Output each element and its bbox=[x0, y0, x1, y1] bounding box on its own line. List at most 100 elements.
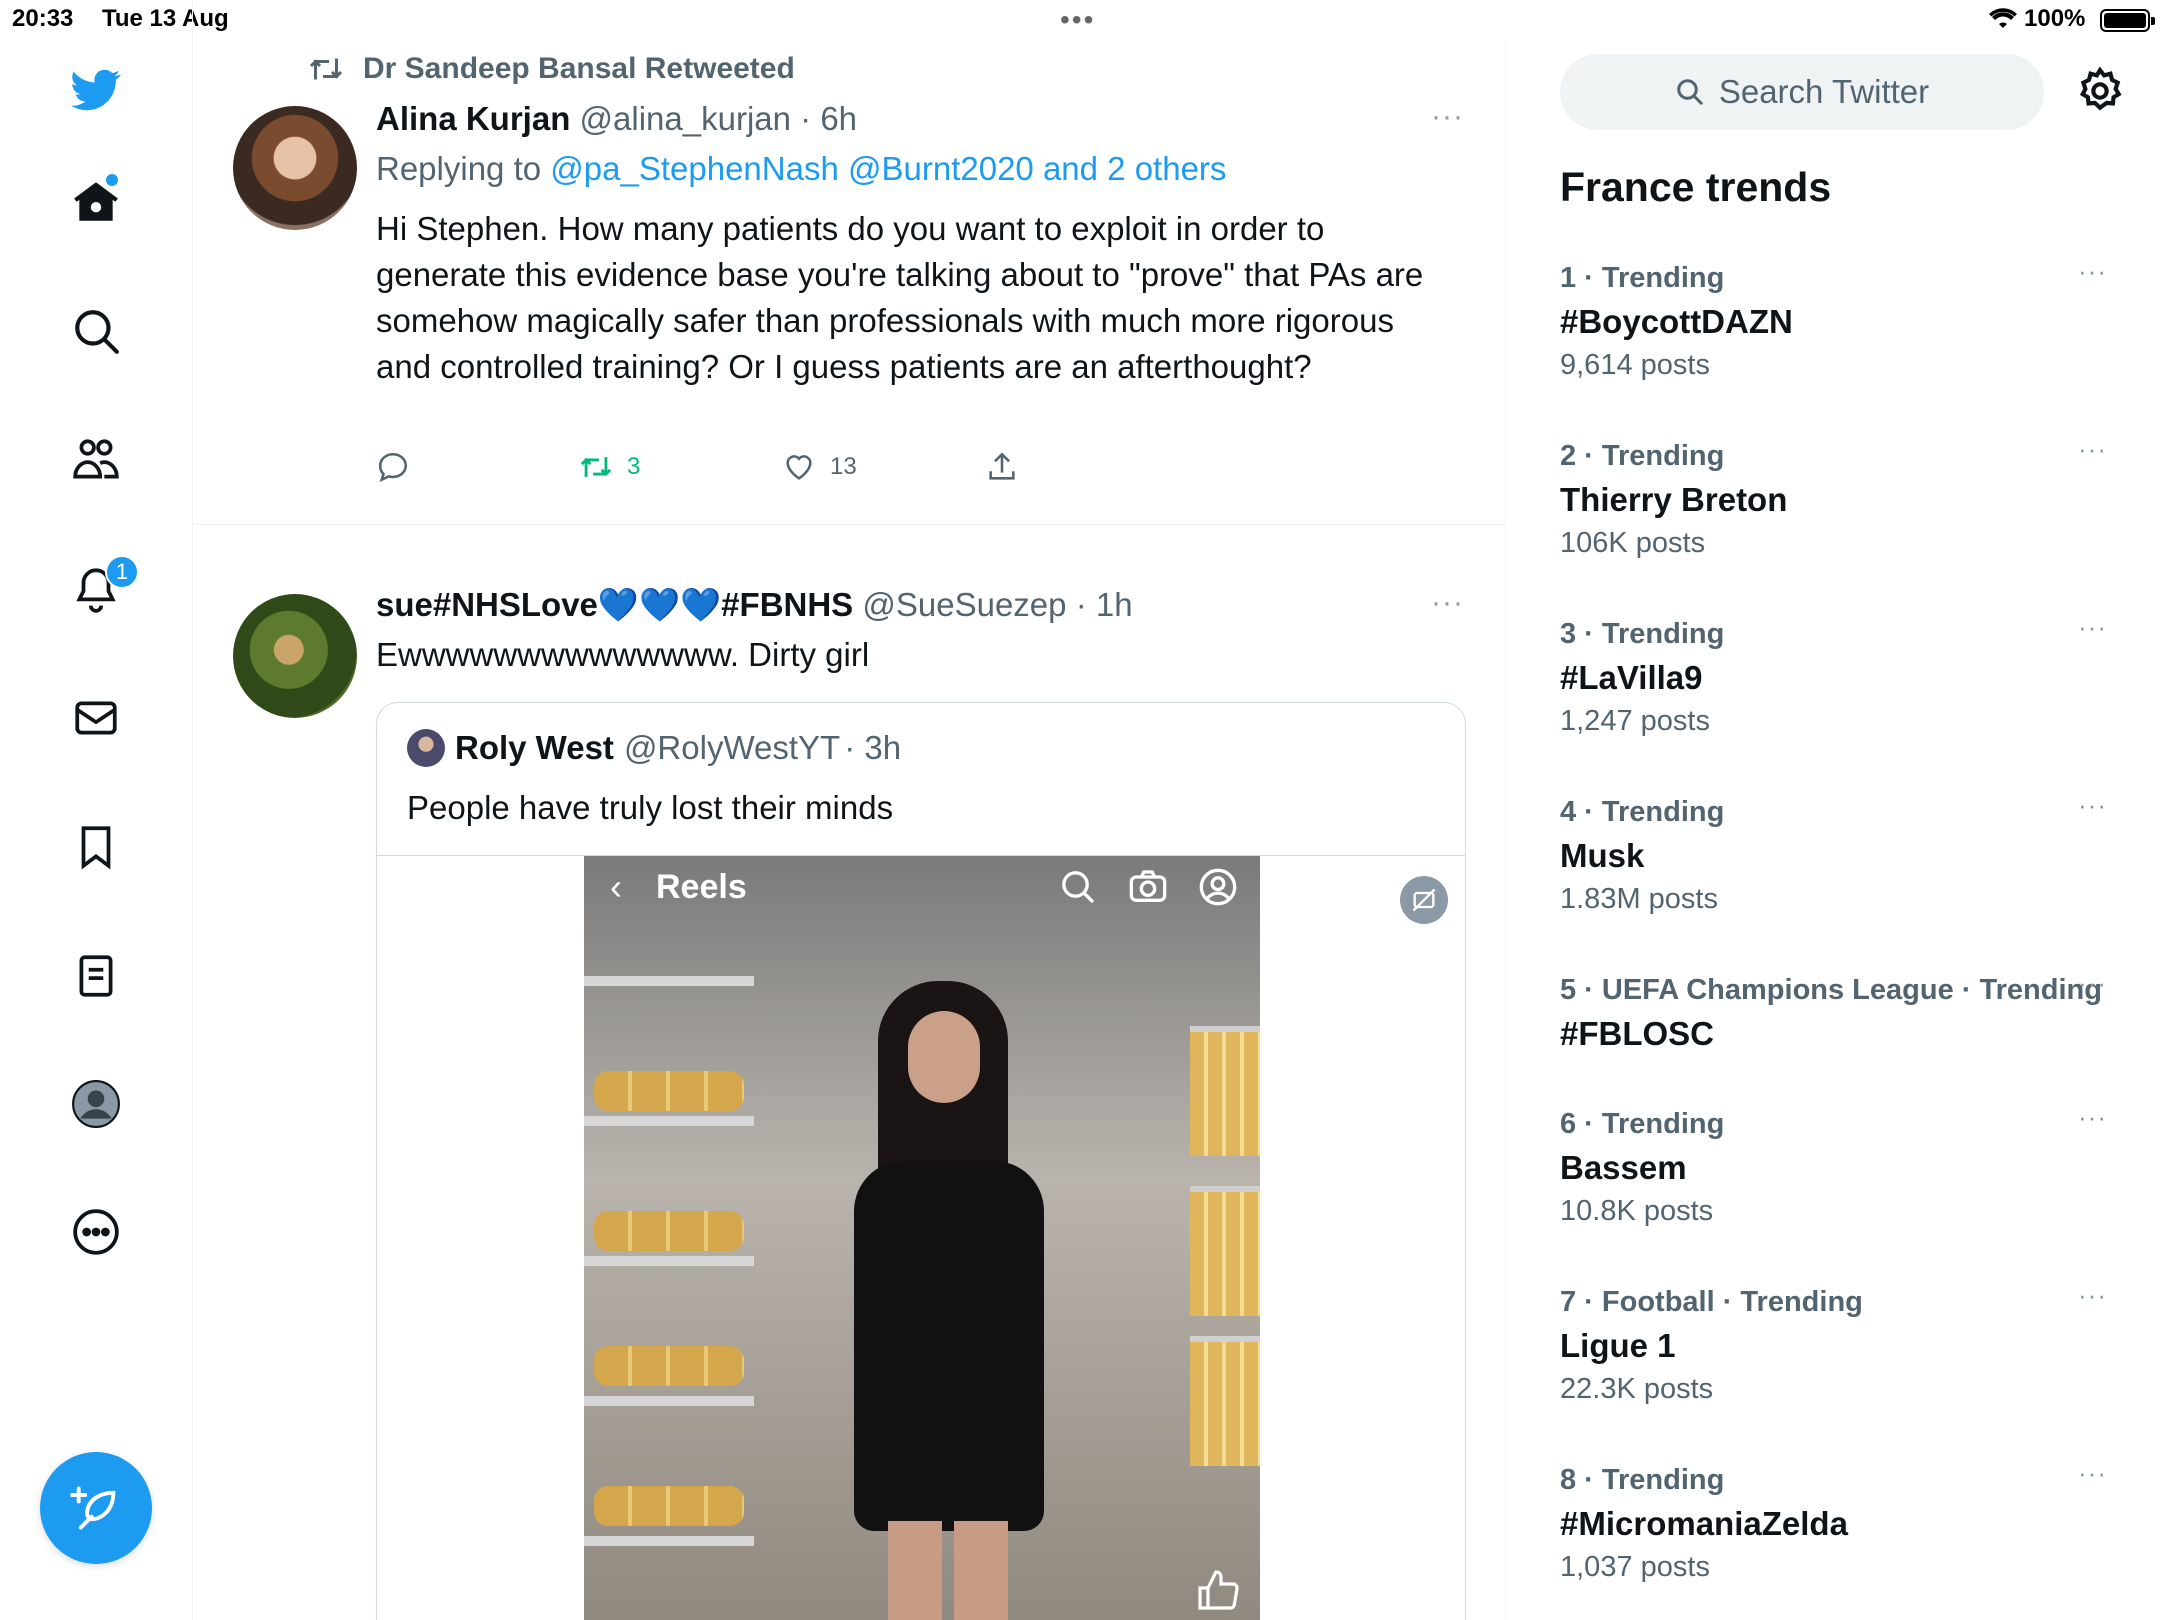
home-icon[interactable] bbox=[60, 166, 132, 238]
trend-topic: Bassem bbox=[1560, 1149, 1687, 1186]
communities-icon[interactable] bbox=[60, 424, 132, 496]
lists-icon[interactable] bbox=[60, 940, 132, 1012]
trend-meta: 2 · Trending bbox=[1560, 440, 1725, 472]
retweeted-by-line: Dr Sandeep Bansal Retweeted bbox=[309, 52, 795, 86]
share-icon bbox=[989, 452, 1015, 480]
trend-meta: 7 · Football · Trending bbox=[1560, 1286, 1863, 1318]
right-sidebar: Search Twitter France trends 1 · Trendin… bbox=[1507, 40, 2160, 1620]
retweet-button[interactable]: 3 bbox=[579, 450, 782, 484]
trends-title: France trends bbox=[1560, 164, 1832, 210]
trend-item[interactable]: 1 · Trending #BoycottDAZN 9,614 posts ··… bbox=[1560, 256, 2120, 382]
trend-item[interactable]: 7 · Football · Trending Ligue 1 22.3K po… bbox=[1560, 1280, 2120, 1406]
compose-tweet-button[interactable] bbox=[40, 1452, 152, 1564]
quoted-author-name: Roly West bbox=[455, 729, 614, 766]
reply-icon bbox=[378, 452, 408, 483]
trend-count: 22.3K posts bbox=[1560, 1373, 1714, 1405]
trend-count: 10.8K posts bbox=[1560, 1195, 1714, 1227]
trend-item[interactable]: 6 · Trending Bassem 10.8K posts ··· bbox=[1560, 1102, 2120, 1228]
embedded-video[interactable]: ‹ Reels 526 bbox=[584, 856, 1260, 1620]
search-icon bbox=[1062, 871, 1095, 904]
replying-to-users[interactable]: @pa_StephenNash @Burnt2020 and 2 others bbox=[550, 150, 1226, 187]
tweet-header: sue#NHSLove💙💙💙#FBNHS @SueSuezep · 1h bbox=[376, 586, 1133, 625]
author-handle[interactable]: @SueSuezep bbox=[862, 586, 1066, 623]
trend-item[interactable]: 5 · UEFA Champions League · Trending #FB… bbox=[1560, 968, 2120, 1053]
reels-label: Reels bbox=[656, 867, 747, 906]
author-name[interactable]: sue#NHSLove💙💙💙#FBNHS bbox=[376, 586, 853, 623]
retweeted-by-label[interactable]: Dr Sandeep Bansal Retweeted bbox=[363, 52, 795, 86]
trend-more-button[interactable]: ··· bbox=[2078, 1280, 2107, 1311]
video-subject bbox=[832, 981, 1062, 1620]
back-chevron-icon: ‹ bbox=[610, 866, 622, 907]
messages-icon[interactable] bbox=[60, 682, 132, 754]
bookmarks-icon[interactable] bbox=[60, 811, 132, 883]
tweet-header: Alina Kurjan @alina_kurjan · 6h bbox=[376, 100, 857, 138]
trend-topic: Thierry Breton bbox=[1560, 481, 1788, 518]
trend-more-button[interactable]: ··· bbox=[2078, 1102, 2107, 1133]
quoted-tweet-header: Roly West @RolyWestYT · 3h bbox=[407, 729, 901, 767]
like-count: 13 bbox=[830, 453, 857, 480]
video-like-counter: 526 bbox=[1194, 1566, 1242, 1620]
twitter-logo-icon[interactable] bbox=[60, 54, 132, 126]
trend-meta: 8 · Trending bbox=[1560, 1464, 1725, 1496]
replying-to-line: Replying to @pa_StephenNash @Burnt2020 a… bbox=[376, 150, 1226, 188]
quoted-media[interactable]: ‹ Reels 526 bbox=[377, 855, 1465, 1620]
trend-meta: 5 · UEFA Champions League · Trending bbox=[1560, 974, 2102, 1006]
retweet-icon bbox=[580, 457, 612, 477]
trend-item[interactable]: 3 · Trending #LaVilla9 1,247 posts ··· bbox=[1560, 612, 2120, 738]
search-input[interactable]: Search Twitter bbox=[1560, 54, 2044, 130]
trend-more-button[interactable]: ··· bbox=[2078, 1458, 2107, 1489]
gear-icon[interactable] bbox=[2075, 66, 2125, 116]
trend-more-button[interactable]: ··· bbox=[2078, 434, 2107, 465]
search-placeholder: Search Twitter bbox=[1718, 73, 1930, 110]
multitask-dots[interactable]: ••• bbox=[1060, 4, 1095, 36]
profile-icon[interactable] bbox=[60, 1068, 132, 1140]
share-button[interactable] bbox=[985, 450, 1188, 484]
trend-more-button[interactable]: ··· bbox=[2078, 790, 2107, 821]
trend-count: 1,037 posts bbox=[1560, 1551, 1710, 1583]
search-icon bbox=[1677, 79, 1703, 105]
trend-meta: 4 · Trending bbox=[1560, 796, 1725, 828]
more-icon[interactable] bbox=[60, 1196, 132, 1268]
tweet-more-button[interactable]: ··· bbox=[1431, 586, 1464, 620]
trend-more-button[interactable]: ··· bbox=[2078, 612, 2107, 643]
trend-topic: #BoycottDAZN bbox=[1560, 303, 1793, 340]
camera-icon bbox=[1129, 870, 1167, 902]
tweet-text: Ewwwwwwwwwwwwww. Dirty girl bbox=[376, 636, 870, 673]
reply-button[interactable] bbox=[376, 450, 579, 484]
tweet-more-button[interactable]: ··· bbox=[1431, 100, 1464, 134]
tweet[interactable]: sue#NHSLove💙💙💙#FBNHS @SueSuezep · 1h ···… bbox=[193, 526, 1505, 1620]
trend-item[interactable]: 2 · Trending Thierry Breton 106K posts ·… bbox=[1560, 434, 2120, 560]
battery-percentage: 100% bbox=[2024, 5, 2086, 32]
retweet-icon bbox=[309, 58, 343, 80]
trend-more-button[interactable]: ··· bbox=[2078, 256, 2107, 287]
trend-count: 1,247 posts bbox=[1560, 705, 1710, 737]
avatar[interactable] bbox=[233, 594, 357, 718]
quoted-avatar bbox=[407, 729, 445, 767]
author-name[interactable]: Alina Kurjan bbox=[376, 100, 570, 137]
heart-icon bbox=[786, 455, 812, 480]
thumbs-up-icon bbox=[1198, 1570, 1239, 1610]
trend-topic: #MicromaniaZelda bbox=[1560, 1505, 1848, 1542]
author-handle[interactable]: @alina_kurjan bbox=[580, 100, 791, 137]
feather-icon bbox=[70, 1486, 116, 1530]
profile-icon bbox=[1199, 868, 1237, 906]
like-button[interactable]: 13 bbox=[782, 450, 985, 484]
tweet-actions: 3 13 bbox=[376, 450, 1188, 484]
trend-item[interactable]: 4 · Trending Musk 1.83M posts ··· bbox=[1560, 790, 2120, 916]
trend-count: 1.83M posts bbox=[1560, 883, 1718, 915]
search-icon[interactable] bbox=[60, 295, 132, 367]
home-unread-dot bbox=[106, 174, 118, 186]
trend-topic: Musk bbox=[1560, 837, 1645, 874]
avatar[interactable] bbox=[233, 106, 357, 230]
trend-topic: Ligue 1 bbox=[1560, 1327, 1676, 1364]
trend-meta: 6 · Trending bbox=[1560, 1108, 1725, 1140]
tweet[interactable]: Dr Sandeep Bansal Retweeted Alina Kurjan… bbox=[193, 40, 1505, 525]
tweet-time: · 1h bbox=[1075, 586, 1133, 623]
battery-icon bbox=[2100, 9, 2155, 32]
reels-header: ‹ Reels bbox=[584, 856, 1260, 918]
quoted-tweet[interactable]: Roly West @RolyWestYT · 3h People have t… bbox=[376, 702, 1466, 1620]
trend-item[interactable]: 8 · Trending #MicromaniaZelda 1,037 post… bbox=[1560, 1458, 2120, 1584]
notifications-badge: 1 bbox=[105, 555, 139, 589]
trend-more-button[interactable]: ··· bbox=[2078, 968, 2107, 999]
autoplay-toggle-icon[interactable] bbox=[1400, 876, 1448, 924]
